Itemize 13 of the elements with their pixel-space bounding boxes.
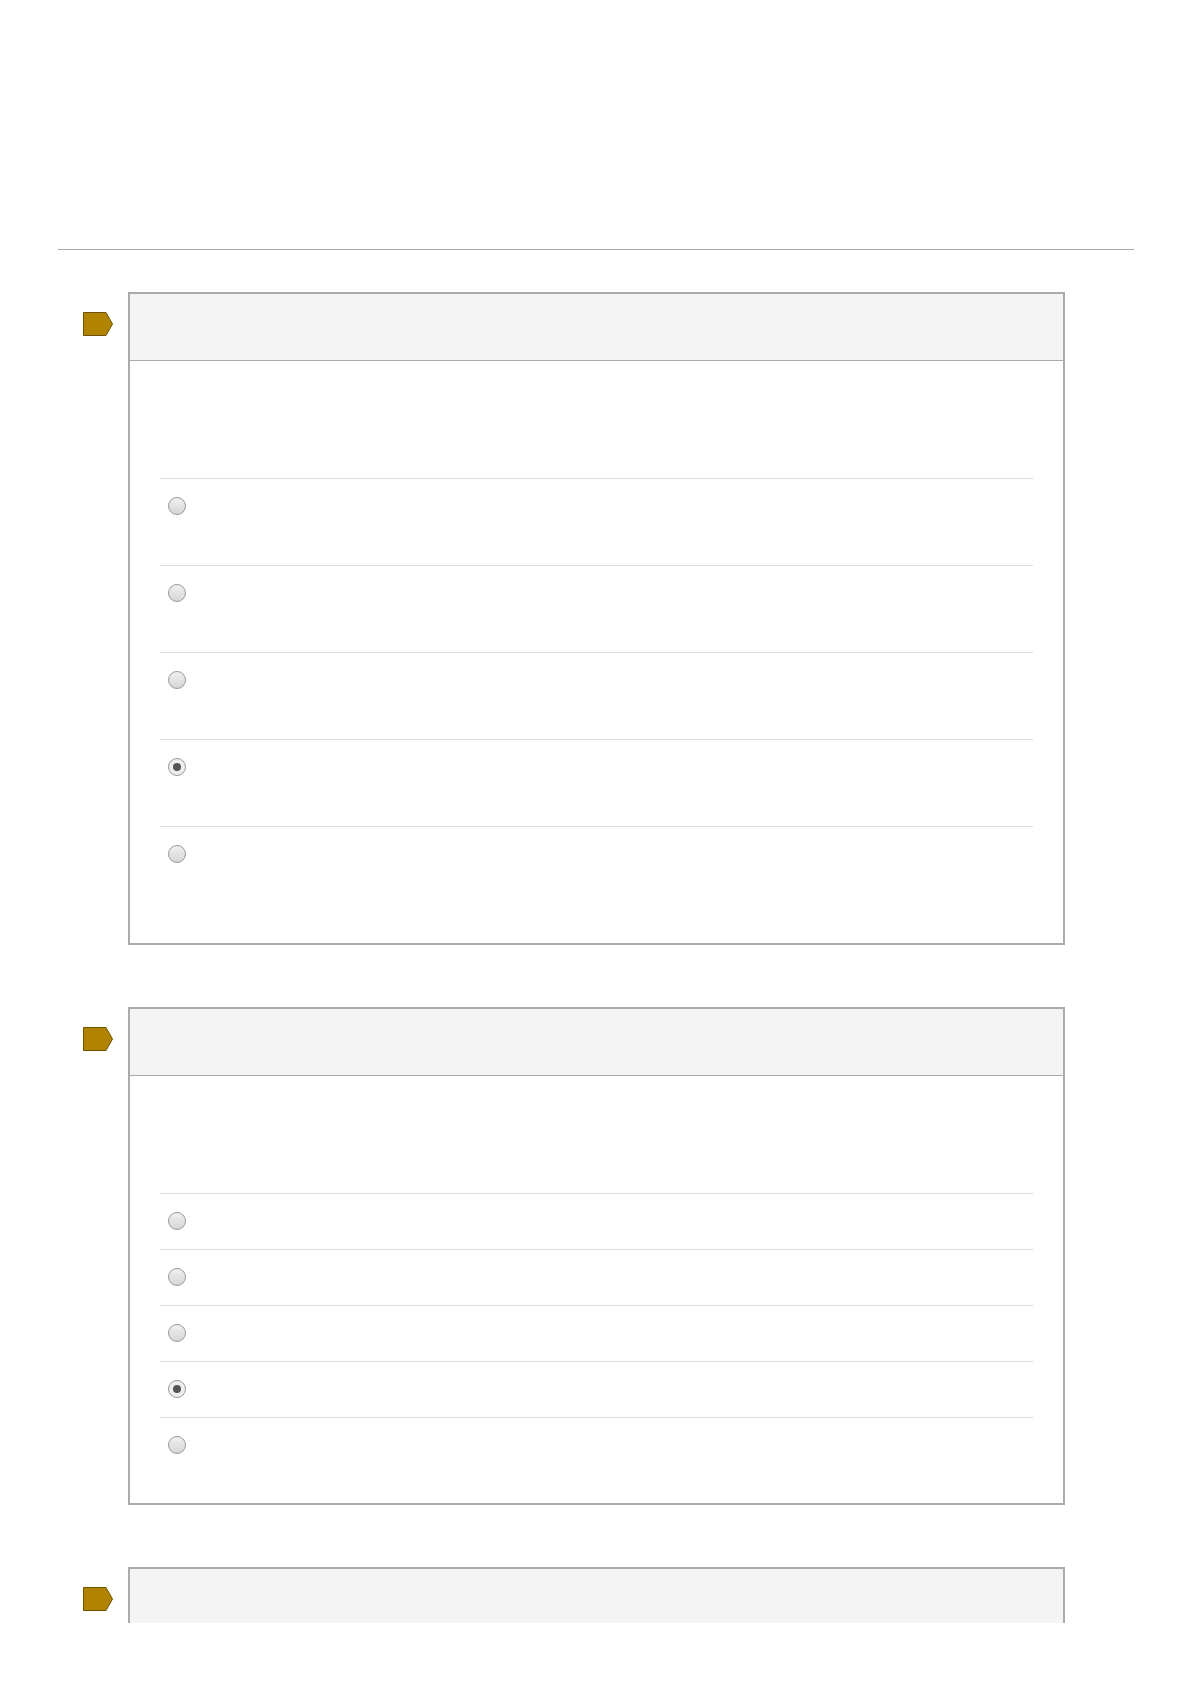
radio-button[interactable] (168, 497, 186, 515)
radio-button[interactable] (168, 1212, 186, 1230)
radio-button[interactable] (168, 845, 186, 863)
radio-button[interactable] (168, 1380, 186, 1398)
tag-icon (83, 312, 113, 336)
radio-button[interactable] (168, 671, 186, 689)
radio-button[interactable] (168, 758, 186, 776)
radio-button[interactable] (168, 1324, 186, 1342)
radio-button[interactable] (168, 584, 186, 602)
tag-icon (83, 1587, 113, 1611)
radio-button[interactable] (168, 1436, 186, 1454)
tag-icon (83, 1027, 113, 1051)
radio-button[interactable] (168, 1268, 186, 1286)
